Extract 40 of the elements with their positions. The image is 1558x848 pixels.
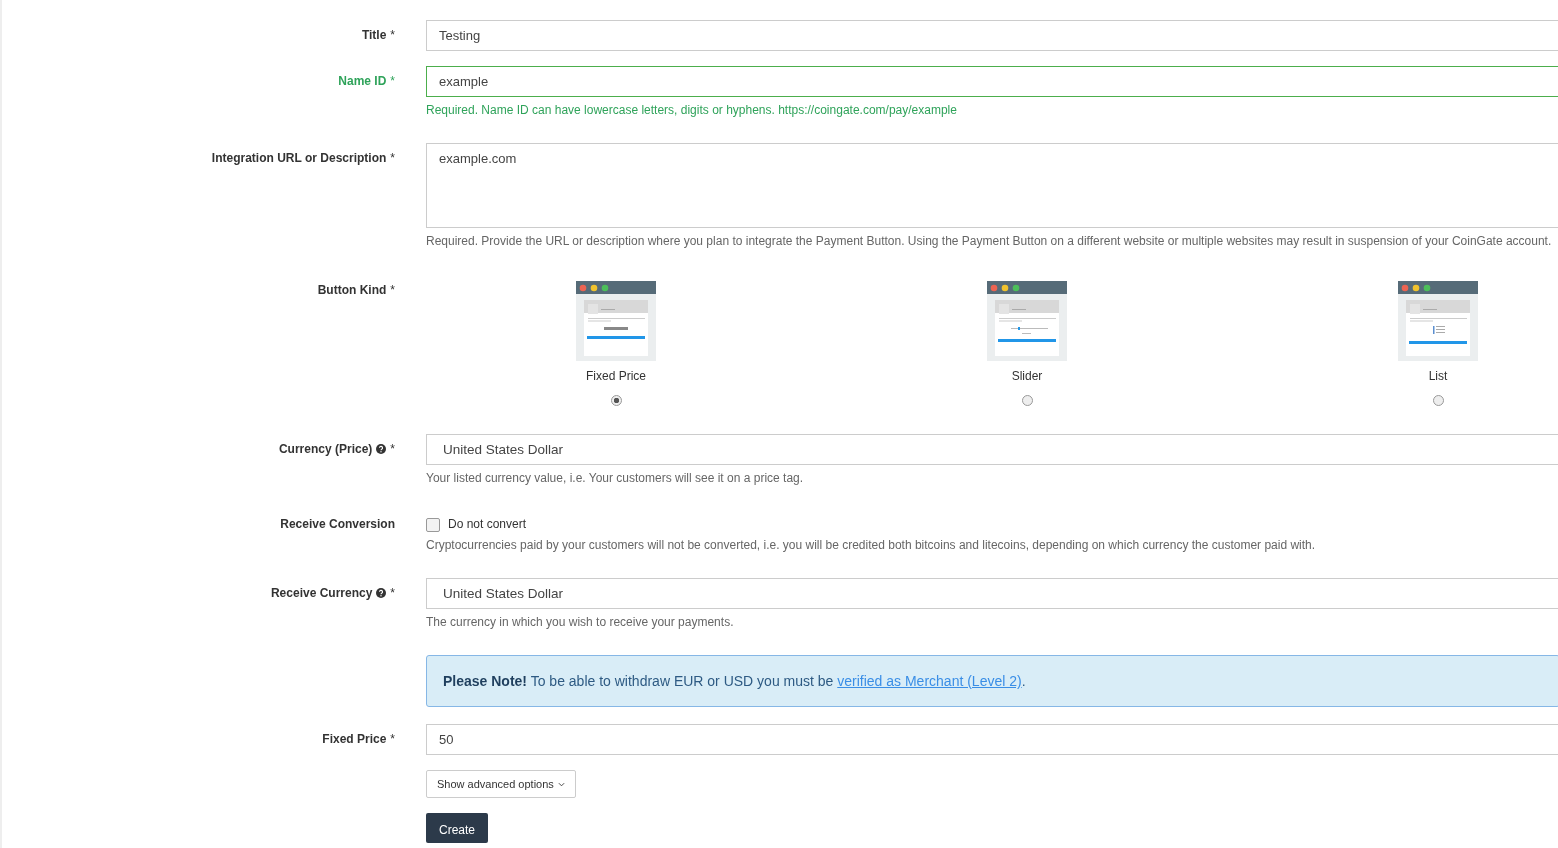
input-field[interactable]: 50: [426, 724, 1558, 755]
select-field[interactable]: United States Dollar: [426, 434, 1558, 465]
help-text: Your listed currency value, i.e. Your customers will see it on a price tag.: [426, 471, 805, 485]
checkbox[interactable]: [426, 518, 440, 532]
create-button[interactable]: Create: [426, 813, 489, 843]
checkbox-label[interactable]: Do not convert: [448, 516, 527, 531]
help-text: The currency in which you wish to receive your payments.: [426, 615, 735, 629]
text-area[interactable]: example.com: [426, 143, 1558, 228]
field-label: Receive Conversion: [280, 517, 395, 531]
field-label: Title: [361, 28, 387, 42]
required-marker: *: [390, 151, 395, 165]
field-label: Name ID: [338, 74, 387, 88]
radio-button[interactable]: [1021, 395, 1033, 406]
select-field[interactable]: United States Dollar: [426, 578, 1558, 609]
required-marker: *: [390, 442, 395, 456]
radio-button[interactable]: [610, 395, 622, 406]
field-label: Receive Currency: [270, 586, 373, 600]
option-label: List: [1428, 369, 1448, 383]
radio-button[interactable]: [1432, 395, 1444, 406]
help-text: Required. Provide the URL or description where you plan to integrate the Payment Button. Using the Payment Button on a different website or multiple websites may result in suspension of your CoinGate account.: [426, 234, 1553, 248]
note-text: Please Note! To be able to withdraw EUR or USD you must be verified as Merchant (Level 2).: [443, 673, 1026, 689]
field-label: Currency (Price): [278, 442, 373, 456]
field-label: Integration URL or Description: [211, 151, 387, 165]
help-text: Cryptocurrencies paid by your customers will not be converted, i.e. you will be credited both bitcoins and litecoins, depending on which currency the customer paid with.: [426, 538, 1317, 552]
caret-icon: [557, 781, 565, 787]
required-marker: *: [390, 586, 395, 600]
field-label: Fixed Price: [322, 732, 387, 746]
help-icon[interactable]: [376, 444, 387, 454]
required-marker: *: [390, 283, 395, 297]
required-marker: *: [390, 74, 395, 88]
help-icon[interactable]: [376, 588, 387, 598]
option-label: Slider: [1011, 369, 1043, 383]
required-marker: *: [390, 732, 395, 746]
option-label: Fixed Price: [586, 369, 646, 383]
required-marker: *: [390, 28, 395, 42]
input-field[interactable]: Testing: [426, 20, 1558, 51]
help-text: Required. Name ID can have lowercase letters, digits or hyphens. https://coingate.com/pay/example: [426, 103, 958, 117]
field-label: Button Kind: [317, 283, 387, 297]
input-field[interactable]: example: [426, 66, 1558, 97]
advanced-options-button[interactable]: Show advanced options: [426, 770, 576, 798]
